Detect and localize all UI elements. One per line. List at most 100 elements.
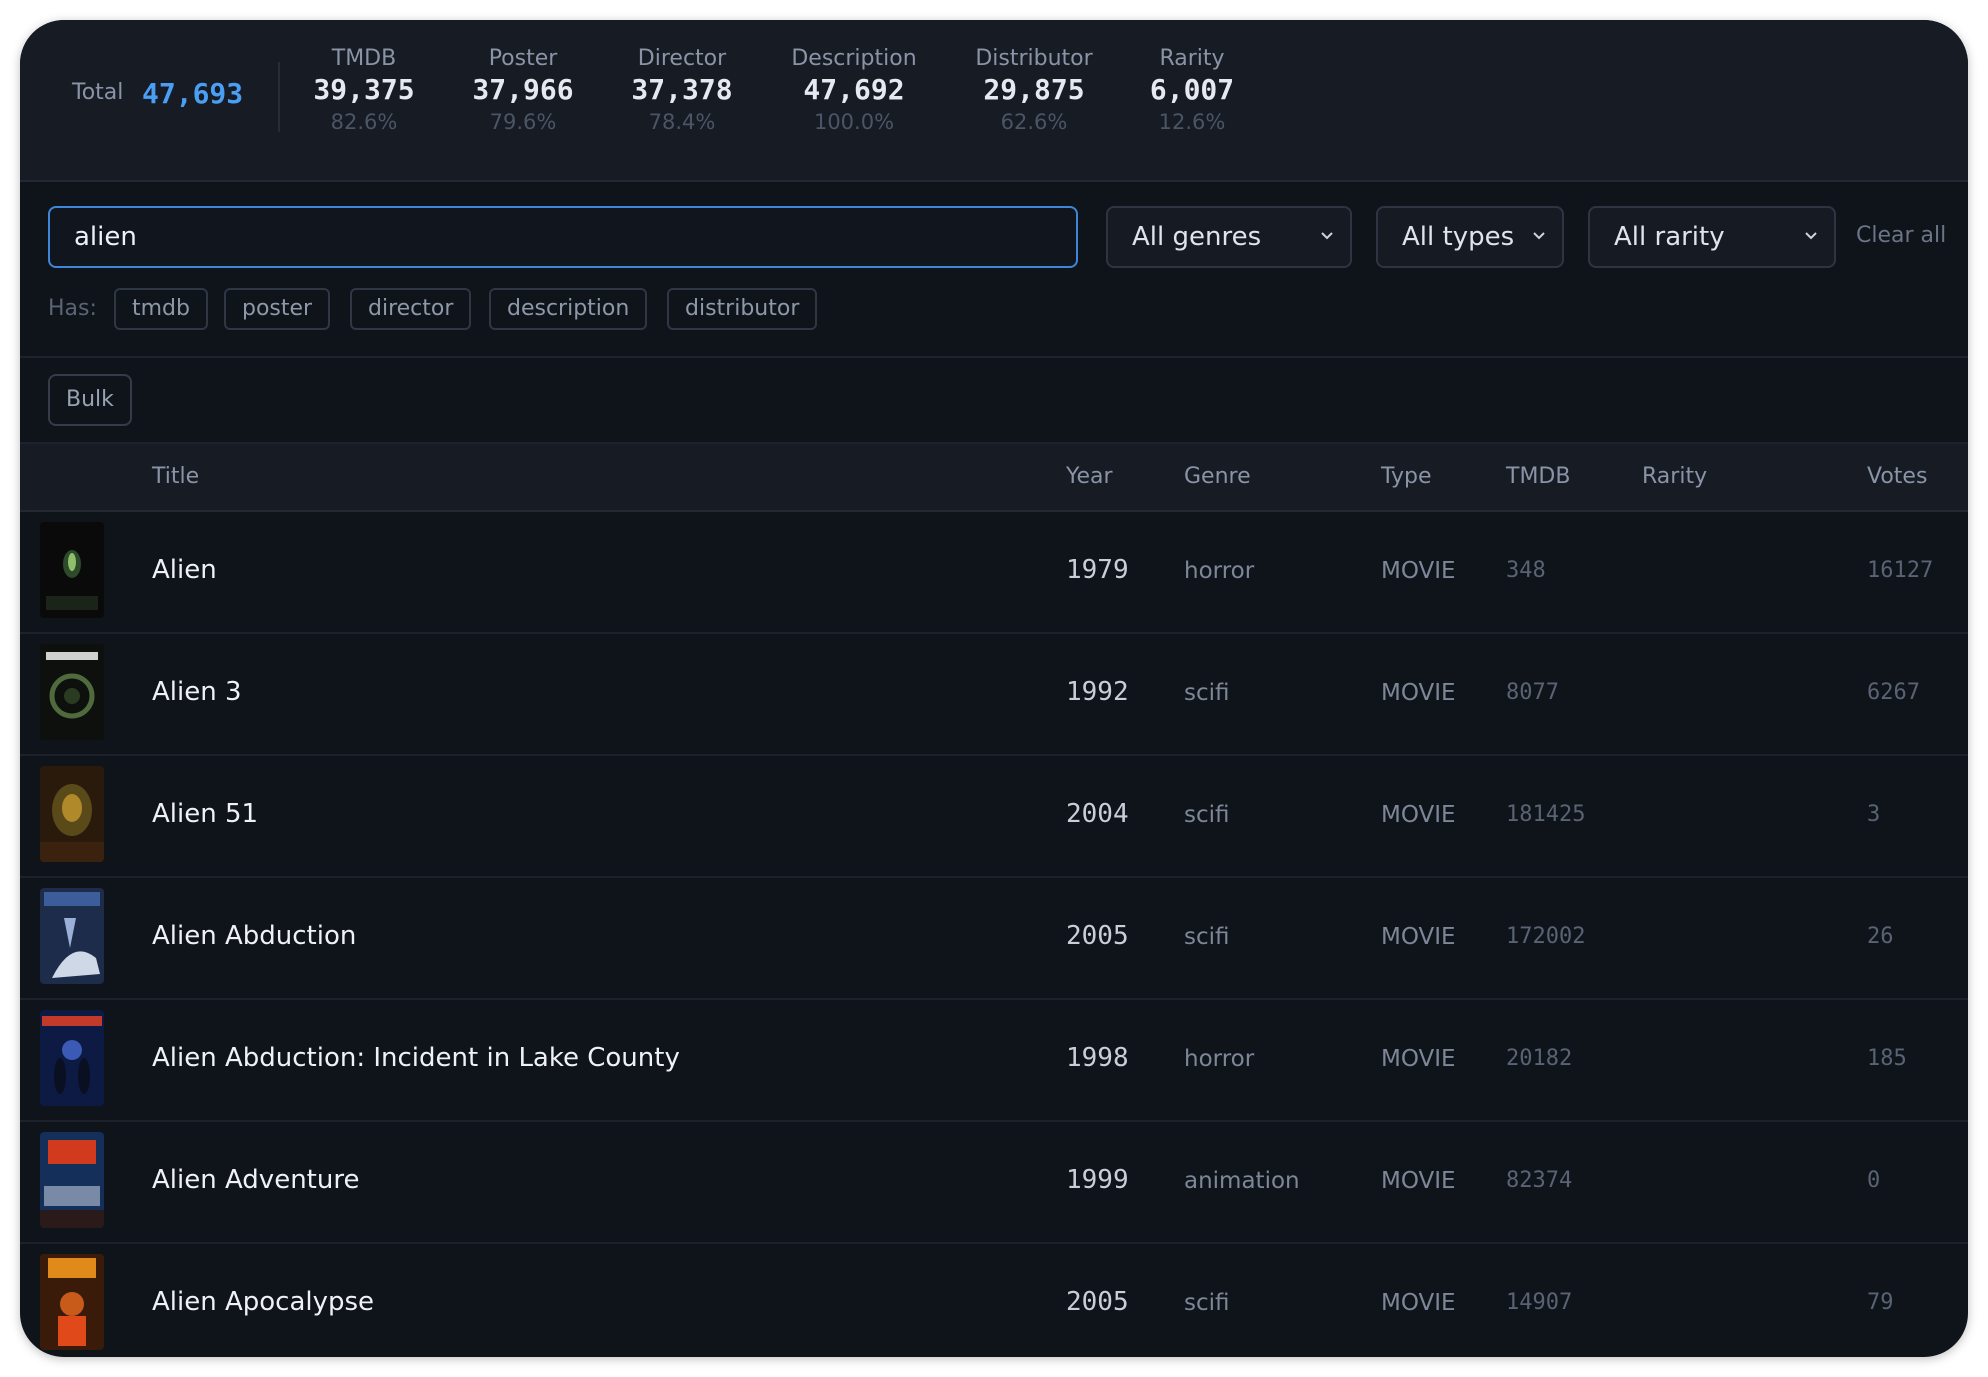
table-row[interactable]: Alien 1979 horror MOVIE 348 16127: [20, 510, 1968, 634]
row-year: 1999: [1066, 1165, 1129, 1195]
row-votes: 3: [1867, 802, 1881, 827]
stat-label: Rarity: [1159, 46, 1225, 71]
poster-thumbnail: [40, 1010, 104, 1106]
table-row[interactable]: Alien 3 1992 scifi MOVIE 8077 6267: [20, 632, 1968, 756]
stat-distributor: Distributor 29,875 62.6%: [975, 46, 1092, 134]
table-row[interactable]: Alien 51 2004 scifi MOVIE 181425 3: [20, 754, 1968, 878]
row-tmdb: 8077: [1506, 680, 1559, 705]
has-chip-distributor[interactable]: distributor: [667, 288, 818, 330]
row-title: Alien Apocalypse: [152, 1287, 375, 1317]
table-header: Title Year Genre Type TMDB Rarity Votes: [20, 442, 1968, 512]
row-year: 2005: [1066, 921, 1129, 951]
column-tmdb[interactable]: TMDB: [1506, 464, 1570, 489]
poster-thumbnail: [40, 644, 104, 740]
column-rarity[interactable]: Rarity: [1642, 464, 1707, 489]
row-genre: scifi: [1184, 802, 1230, 828]
row-votes: 185: [1867, 1046, 1907, 1071]
row-type: MOVIE: [1381, 1168, 1456, 1194]
row-type: MOVIE: [1381, 802, 1456, 828]
row-type: MOVIE: [1381, 1290, 1456, 1316]
row-tmdb: 172002: [1506, 924, 1586, 949]
row-genre: animation: [1184, 1168, 1300, 1194]
row-votes: 26: [1867, 924, 1894, 949]
has-chip-tmdb[interactable]: tmdb: [114, 288, 208, 330]
stats-bar: Total 47,693 TMDB 39,375 82.6% Poster 37…: [20, 20, 1968, 182]
stat-label: Poster: [488, 46, 558, 71]
poster-thumbnail: [40, 766, 104, 862]
stat-percent: 12.6%: [1158, 110, 1226, 134]
row-tmdb: 82374: [1506, 1168, 1573, 1193]
stat-percent: 79.6%: [489, 110, 557, 134]
table-row[interactable]: Alien Adventure 1999 animation MOVIE 823…: [20, 1120, 1968, 1244]
column-genre[interactable]: Genre: [1184, 464, 1251, 489]
type-select[interactable]: All types: [1376, 206, 1564, 268]
stat-label: Distributor: [975, 46, 1093, 71]
row-genre: horror: [1184, 558, 1255, 584]
divider: [278, 62, 280, 132]
bulk-button[interactable]: Bulk: [48, 374, 132, 426]
row-tmdb: 20182: [1506, 1046, 1573, 1071]
search-input[interactable]: alien: [48, 206, 1078, 268]
stat-value: 37,378: [631, 73, 733, 106]
table-row[interactable]: Alien Abduction 2005 scifi MOVIE 172002 …: [20, 876, 1968, 1000]
total-value: 47,693: [142, 77, 244, 110]
row-title: Alien: [152, 555, 217, 585]
row-votes: 0: [1867, 1168, 1881, 1193]
row-type: MOVIE: [1381, 680, 1456, 706]
row-tmdb: 181425: [1506, 802, 1586, 827]
row-genre: horror: [1184, 1046, 1255, 1072]
stat-value: 6,007: [1149, 73, 1235, 106]
row-votes: 6267: [1867, 680, 1920, 705]
stat-percent: 82.6%: [330, 110, 398, 134]
column-type[interactable]: Type: [1381, 464, 1432, 489]
poster-thumbnail: [40, 1254, 104, 1350]
poster-thumbnail: [40, 522, 104, 618]
row-year: 1979: [1066, 555, 1129, 585]
has-label: Has:: [48, 296, 97, 321]
stat-percent: 100.0%: [813, 110, 895, 134]
stat-value: 47,692: [803, 73, 905, 106]
row-tmdb: 14907: [1506, 1290, 1573, 1315]
row-genre: scifi: [1184, 680, 1230, 706]
row-title: Alien Abduction: [152, 921, 357, 951]
has-chip-description[interactable]: description: [489, 288, 648, 330]
row-genre: scifi: [1184, 1290, 1230, 1316]
divider: [20, 356, 1968, 358]
stat-label: Description: [791, 46, 917, 71]
stat-description: Description 47,692 100.0%: [791, 46, 916, 134]
chevron-down-icon: [1533, 232, 1545, 240]
column-title[interactable]: Title: [152, 464, 199, 489]
row-year: 2005: [1066, 1287, 1129, 1317]
clear-all-button[interactable]: Clear all: [1856, 223, 1946, 248]
rarity-select[interactable]: All rarity: [1588, 206, 1836, 268]
column-votes[interactable]: Votes: [1867, 464, 1927, 489]
column-year[interactable]: Year: [1066, 464, 1113, 489]
has-chip-director[interactable]: director: [350, 288, 472, 330]
chevron-down-icon: [1321, 232, 1333, 240]
type-select-value: All types: [1402, 222, 1515, 252]
rarity-select-value: All rarity: [1614, 222, 1725, 252]
stat-label: Director: [637, 46, 727, 71]
poster-thumbnail: [40, 888, 104, 984]
row-title: Alien 51: [152, 799, 259, 829]
total-label: Total: [72, 80, 124, 105]
table-row[interactable]: Alien Apocalypse 2005 scifi MOVIE 14907 …: [20, 1242, 1968, 1357]
row-year: 2004: [1066, 799, 1129, 829]
stat-value: 39,375: [313, 73, 415, 106]
stat-percent: 62.6%: [1000, 110, 1068, 134]
stat-value: 37,966: [472, 73, 574, 106]
row-votes: 79: [1867, 1290, 1894, 1315]
row-tmdb: 348: [1506, 558, 1546, 583]
poster-thumbnail: [40, 1132, 104, 1228]
chevron-down-icon: [1805, 232, 1817, 240]
stat-value: 29,875: [983, 73, 1085, 106]
row-type: MOVIE: [1381, 558, 1456, 584]
row-votes: 16127: [1867, 558, 1934, 583]
row-year: 1992: [1066, 677, 1129, 707]
row-genre: scifi: [1184, 924, 1230, 950]
genre-select[interactable]: All genres: [1106, 206, 1352, 268]
stat-label: TMDB: [331, 46, 397, 71]
has-chip-poster[interactable]: poster: [224, 288, 331, 330]
table-row[interactable]: Alien Abduction: Incident in Lake County…: [20, 998, 1968, 1122]
stat-tmdb: TMDB 39,375 82.6%: [313, 46, 414, 134]
